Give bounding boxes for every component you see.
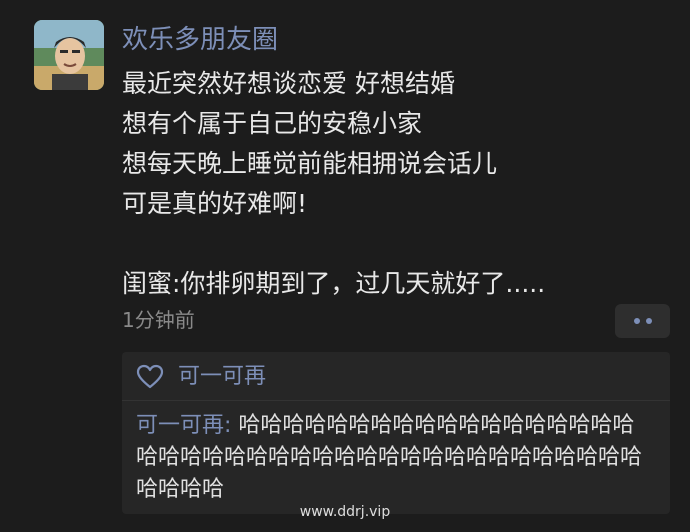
dot-icon bbox=[645, 318, 652, 324]
dot-icon bbox=[633, 318, 640, 324]
heart-outline-icon bbox=[136, 364, 164, 389]
comment-author[interactable]: 可一可再 bbox=[136, 413, 224, 438]
post-timestamp: 1分钟前 bbox=[122, 308, 195, 332]
watermark: www.ddrj.vip bbox=[299, 504, 391, 520]
post-line: 可是真的好难啊! bbox=[122, 189, 308, 218]
post-line bbox=[122, 224, 672, 264]
interaction-panel: 可一可再 可一可再: 哈哈哈哈哈哈哈哈哈哈哈哈哈哈哈哈哈哈哈哈哈哈哈哈哈哈哈哈哈… bbox=[122, 352, 670, 514]
post-line: 想每天晚上睡觉前能相拥说会话儿 bbox=[122, 149, 498, 178]
username[interactable]: 欢乐多朋友圈 bbox=[122, 22, 278, 58]
post-text: 最近突然好想谈恋爱 好想结婚 想有个属于自己的安稳小家 想每天晚上睡觉前能相拥说… bbox=[122, 64, 672, 304]
divider bbox=[122, 400, 670, 401]
likes-names[interactable]: 可一可再 bbox=[178, 362, 266, 392]
post-line: 闺蜜:你排卵期到了，过几天就好了..... bbox=[122, 269, 546, 298]
avatar-image bbox=[34, 20, 104, 90]
comment-item[interactable]: 可一可再: 哈哈哈哈哈哈哈哈哈哈哈哈哈哈哈哈哈哈哈哈哈哈哈哈哈哈哈哈哈哈哈哈哈哈… bbox=[136, 410, 656, 506]
avatar[interactable] bbox=[34, 20, 104, 90]
likes-row: 可一可再 bbox=[136, 362, 266, 392]
comment-separator: : bbox=[224, 413, 239, 438]
post-line: 想有个属于自己的安稳小家 bbox=[122, 109, 423, 138]
post-line: 最近突然好想谈恋爱 好想结婚 bbox=[122, 69, 455, 98]
more-actions-button[interactable] bbox=[615, 304, 670, 338]
